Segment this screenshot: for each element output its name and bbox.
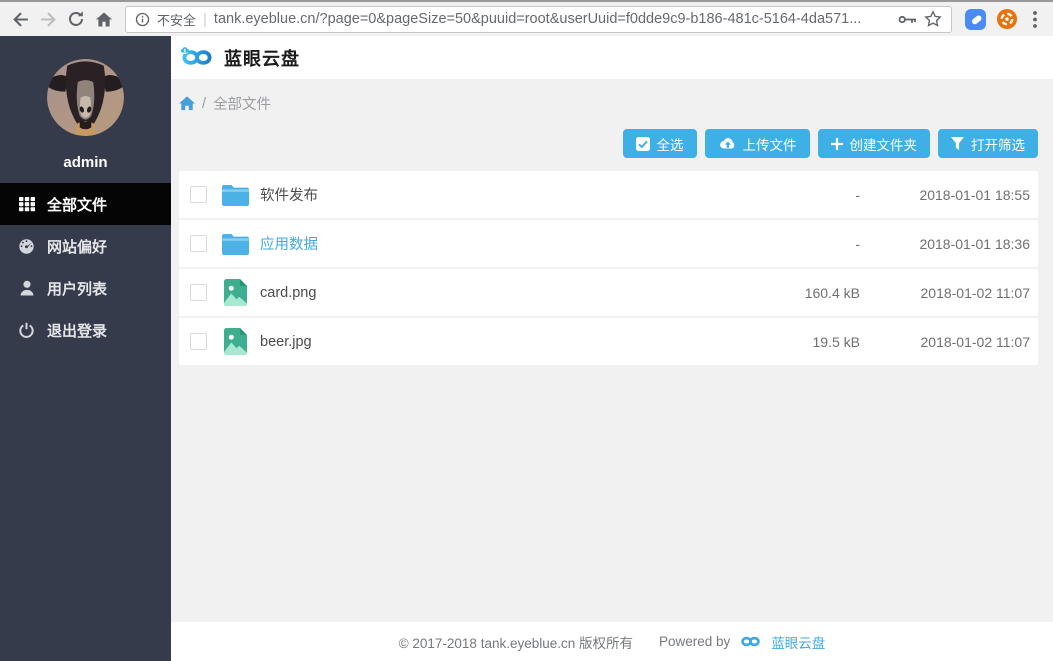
app-title: 蓝眼云盘 (224, 45, 300, 71)
cloud-upload-icon (718, 137, 736, 150)
user-icon (18, 280, 35, 296)
extension-blue-icon (965, 9, 986, 30)
screen: 不安全 | tank.eyeblue.cn/?page=0&pageSize=5… (0, 0, 1053, 661)
file-date: 2018-01-02 11:07 (860, 285, 1030, 301)
check-square-icon (636, 137, 650, 151)
folder-icon (222, 233, 249, 255)
footer-brand-link[interactable]: 蓝眼云盘 (771, 632, 825, 652)
file-list: 软件发布 - 2018-01-01 18:55 应用数据 (179, 171, 1038, 365)
file-size: - (755, 236, 860, 252)
row-checkbox[interactable] (190, 333, 207, 350)
home-button[interactable] (90, 5, 118, 33)
browser-toolbar: 不安全 | tank.eyeblue.cn/?page=0&pageSize=5… (0, 0, 1053, 36)
plus-icon (831, 138, 843, 150)
sidebar-item-label: 退出登录 (47, 320, 107, 341)
sidebar-item-logout[interactable]: 退出登录 (0, 309, 171, 351)
file-row[interactable]: 软件发布 - 2018-01-01 18:55 (179, 171, 1038, 218)
row-checkbox[interactable] (190, 284, 207, 301)
avatar[interactable] (47, 59, 124, 136)
footer-logo-icon (737, 633, 764, 650)
content-area: / 全部文件 全选 (171, 79, 1053, 622)
file-row[interactable]: beer.jpg 19.5 kB 2018-01-02 11:07 (179, 318, 1038, 365)
file-row[interactable]: 应用数据 - 2018-01-01 18:36 (179, 220, 1038, 267)
select-all-button[interactable]: 全选 (623, 129, 697, 158)
sidebar-item-all-files[interactable]: 全部文件 (0, 183, 171, 225)
address-bar[interactable]: 不安全 | tank.eyeblue.cn/?page=0&pageSize=5… (125, 6, 952, 33)
sidebar-item-label: 用户列表 (47, 278, 107, 299)
url-text[interactable]: tank.eyeblue.cn/?page=0&pageSize=50&puui… (214, 11, 891, 27)
file-date: 2018-01-01 18:55 (860, 187, 1030, 203)
file-name[interactable]: 应用数据 (260, 233, 755, 254)
back-button[interactable] (6, 5, 34, 33)
home-icon (95, 11, 113, 28)
sidebar-item-label: 网站偏好 (47, 236, 107, 257)
key-icon[interactable] (898, 14, 917, 25)
file-date: 2018-01-01 18:36 (860, 236, 1030, 252)
reload-icon (67, 10, 85, 28)
sidebar-item-label: 全部文件 (47, 194, 107, 215)
home-breadcrumb-icon[interactable] (179, 96, 195, 111)
browser-menu-button[interactable] (1023, 6, 1047, 32)
file-name[interactable]: 软件发布 (260, 184, 755, 205)
file-name[interactable]: beer.jpg (260, 334, 755, 350)
folder-icon (222, 184, 249, 206)
extension-blue-button[interactable] (962, 6, 988, 32)
sidebar-item-user-list[interactable]: 用户列表 (0, 267, 171, 309)
file-row[interactable]: card.png 160.4 kB 2018-01-02 11:07 (179, 269, 1038, 316)
app-header: 蓝眼云盘 (171, 36, 1053, 79)
forward-arrow-icon (41, 13, 54, 26)
breadcrumb-separator: / (202, 96, 206, 112)
reload-button[interactable] (62, 5, 90, 33)
goat-avatar-image (47, 59, 124, 136)
sidebar-nav: 全部文件 网站偏好 (0, 183, 171, 351)
app-logo-icon (179, 44, 215, 71)
action-toolbar: 全选 上传文件 创建文件夹 (179, 129, 1038, 158)
dashboard-icon (18, 238, 35, 254)
kebab-menu-icon (1033, 11, 1037, 28)
info-icon[interactable] (135, 12, 150, 27)
file-date: 2018-01-02 11:07 (860, 334, 1030, 350)
copyright-text: © 2017-2018 tank.eyeblue.cn 版权所有 (399, 632, 633, 652)
breadcrumb-current[interactable]: 全部文件 (213, 93, 271, 114)
row-checkbox[interactable] (190, 186, 207, 203)
bookmark-star-icon[interactable] (924, 10, 942, 28)
username: admin (0, 154, 171, 171)
filter-icon (951, 137, 964, 150)
footer: © 2017-2018 tank.eyeblue.cn 版权所有 Powered… (171, 622, 1053, 661)
file-name[interactable]: card.png (260, 285, 755, 301)
file-size: 160.4 kB (755, 285, 860, 301)
power-icon (18, 322, 35, 338)
image-file-icon (222, 328, 249, 355)
sidebar-item-site-preferences[interactable]: 网站偏好 (0, 225, 171, 267)
address-separator: | (203, 11, 207, 28)
row-checkbox[interactable] (190, 235, 207, 252)
powered-by-text: Powered by (659, 634, 730, 649)
forward-button[interactable] (34, 5, 62, 33)
security-label[interactable]: 不安全 (157, 10, 196, 29)
extension-orange-button[interactable] (994, 6, 1020, 32)
grid-icon (18, 196, 35, 212)
back-arrow-icon (14, 13, 27, 26)
upload-file-button[interactable]: 上传文件 (705, 129, 810, 158)
open-filter-button[interactable]: 打开筛选 (938, 129, 1038, 158)
file-size: 19.5 kB (755, 334, 860, 350)
extension-orange-icon (996, 8, 1018, 30)
image-file-icon (222, 279, 249, 306)
breadcrumb: / 全部文件 (179, 93, 1038, 114)
sidebar: admin 全部文件 (0, 36, 171, 661)
file-size: - (755, 187, 860, 203)
main-panel: 蓝眼云盘 / 全部文件 全选 (171, 36, 1053, 661)
create-folder-button[interactable]: 创建文件夹 (818, 129, 931, 158)
